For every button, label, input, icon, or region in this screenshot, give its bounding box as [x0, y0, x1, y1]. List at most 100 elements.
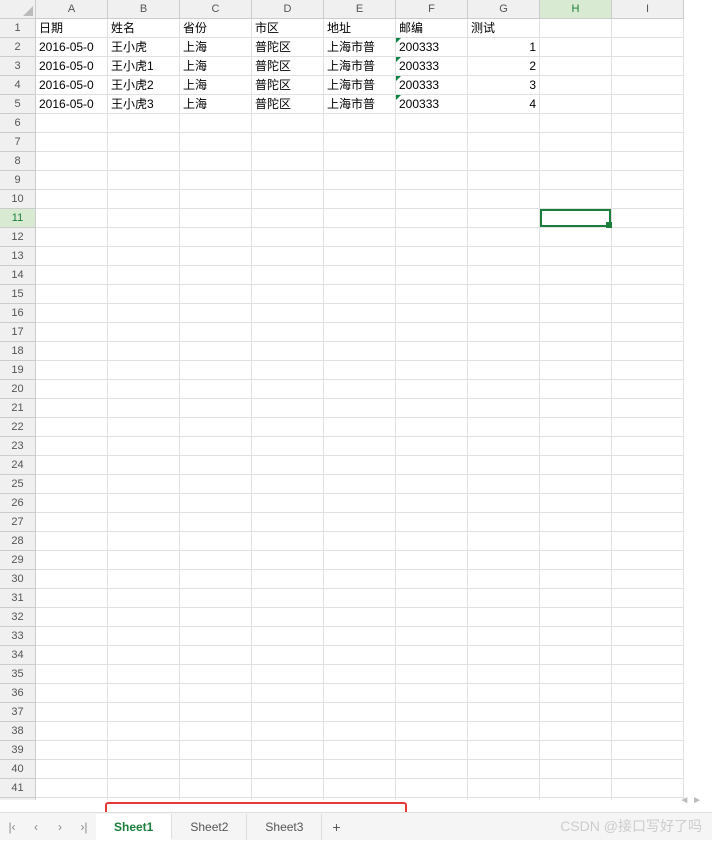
cell-H1[interactable]: [540, 19, 612, 38]
cell-C40[interactable]: [180, 760, 252, 779]
cell-D17[interactable]: [252, 323, 324, 342]
cell-F40[interactable]: [396, 760, 468, 779]
cell-D41[interactable]: [252, 779, 324, 798]
row-header-35[interactable]: 35: [0, 665, 36, 684]
cell-I41[interactable]: [612, 779, 684, 798]
cell-I21[interactable]: [612, 399, 684, 418]
cell-B32[interactable]: [108, 608, 180, 627]
cell-H30[interactable]: [540, 570, 612, 589]
cell-F26[interactable]: [396, 494, 468, 513]
cell-A29[interactable]: [36, 551, 108, 570]
row-header-13[interactable]: 13: [0, 247, 36, 266]
cell-A37[interactable]: [36, 703, 108, 722]
cell-G25[interactable]: [468, 475, 540, 494]
cell-F9[interactable]: [396, 171, 468, 190]
cell-I8[interactable]: [612, 152, 684, 171]
next-sheet-button[interactable]: ›: [48, 815, 72, 839]
cell-H32[interactable]: [540, 608, 612, 627]
cell-C34[interactable]: [180, 646, 252, 665]
cell-A41[interactable]: [36, 779, 108, 798]
cell-I13[interactable]: [612, 247, 684, 266]
cell-H20[interactable]: [540, 380, 612, 399]
cell-F41[interactable]: [396, 779, 468, 798]
cell-G37[interactable]: [468, 703, 540, 722]
cell-D37[interactable]: [252, 703, 324, 722]
cell-H18[interactable]: [540, 342, 612, 361]
row-header-40[interactable]: 40: [0, 760, 36, 779]
cell-B37[interactable]: [108, 703, 180, 722]
cell-I31[interactable]: [612, 589, 684, 608]
cell-F8[interactable]: [396, 152, 468, 171]
row-header-20[interactable]: 20: [0, 380, 36, 399]
cell-A10[interactable]: [36, 190, 108, 209]
cell-E10[interactable]: [324, 190, 396, 209]
cell-I18[interactable]: [612, 342, 684, 361]
cell-G40[interactable]: [468, 760, 540, 779]
cell-D40[interactable]: [252, 760, 324, 779]
cell-C26[interactable]: [180, 494, 252, 513]
cell-C38[interactable]: [180, 722, 252, 741]
cell-I15[interactable]: [612, 285, 684, 304]
cell-I3[interactable]: [612, 57, 684, 76]
cell-H12[interactable]: [540, 228, 612, 247]
cell-C3[interactable]: 上海: [180, 57, 252, 76]
cell-F34[interactable]: [396, 646, 468, 665]
cell-A35[interactable]: [36, 665, 108, 684]
cell-A30[interactable]: [36, 570, 108, 589]
row-header-21[interactable]: 21: [0, 399, 36, 418]
row-header-17[interactable]: 17: [0, 323, 36, 342]
cell-G13[interactable]: [468, 247, 540, 266]
cell-I16[interactable]: [612, 304, 684, 323]
cell-B42[interactable]: [108, 798, 180, 800]
cell-E2[interactable]: 上海市普: [324, 38, 396, 57]
col-header-D[interactable]: D: [252, 0, 324, 19]
cell-F33[interactable]: [396, 627, 468, 646]
col-header-A[interactable]: A: [36, 0, 108, 19]
cell-D14[interactable]: [252, 266, 324, 285]
cell-E22[interactable]: [324, 418, 396, 437]
cell-F21[interactable]: [396, 399, 468, 418]
cell-C27[interactable]: [180, 513, 252, 532]
cell-G17[interactable]: [468, 323, 540, 342]
cell-B33[interactable]: [108, 627, 180, 646]
cell-B30[interactable]: [108, 570, 180, 589]
cell-C17[interactable]: [180, 323, 252, 342]
cell-F4[interactable]: 200333: [396, 76, 468, 95]
cell-C19[interactable]: [180, 361, 252, 380]
row-header-27[interactable]: 27: [0, 513, 36, 532]
cell-G10[interactable]: [468, 190, 540, 209]
cell-I35[interactable]: [612, 665, 684, 684]
cell-B3[interactable]: 王小虎1: [108, 57, 180, 76]
select-all-corner[interactable]: [0, 0, 36, 19]
cell-C29[interactable]: [180, 551, 252, 570]
cell-A18[interactable]: [36, 342, 108, 361]
row-header-5[interactable]: 5: [0, 95, 36, 114]
cell-B41[interactable]: [108, 779, 180, 798]
cell-H42[interactable]: [540, 798, 612, 800]
cell-H13[interactable]: [540, 247, 612, 266]
cell-G1[interactable]: 测试: [468, 19, 540, 38]
cell-D21[interactable]: [252, 399, 324, 418]
cell-H11[interactable]: [540, 209, 612, 228]
row-header-4[interactable]: 4: [0, 76, 36, 95]
cell-G41[interactable]: [468, 779, 540, 798]
cell-H26[interactable]: [540, 494, 612, 513]
cell-B28[interactable]: [108, 532, 180, 551]
cell-B16[interactable]: [108, 304, 180, 323]
last-sheet-button[interactable]: ›|: [72, 815, 96, 839]
cell-A14[interactable]: [36, 266, 108, 285]
cell-C21[interactable]: [180, 399, 252, 418]
row-header-31[interactable]: 31: [0, 589, 36, 608]
cell-H16[interactable]: [540, 304, 612, 323]
cell-C18[interactable]: [180, 342, 252, 361]
cell-F3[interactable]: 200333: [396, 57, 468, 76]
cell-A7[interactable]: [36, 133, 108, 152]
row-header-30[interactable]: 30: [0, 570, 36, 589]
cell-F36[interactable]: [396, 684, 468, 703]
cell-E9[interactable]: [324, 171, 396, 190]
row-header-6[interactable]: 6: [0, 114, 36, 133]
cell-A28[interactable]: [36, 532, 108, 551]
cell-A32[interactable]: [36, 608, 108, 627]
cell-B25[interactable]: [108, 475, 180, 494]
row-header-22[interactable]: 22: [0, 418, 36, 437]
